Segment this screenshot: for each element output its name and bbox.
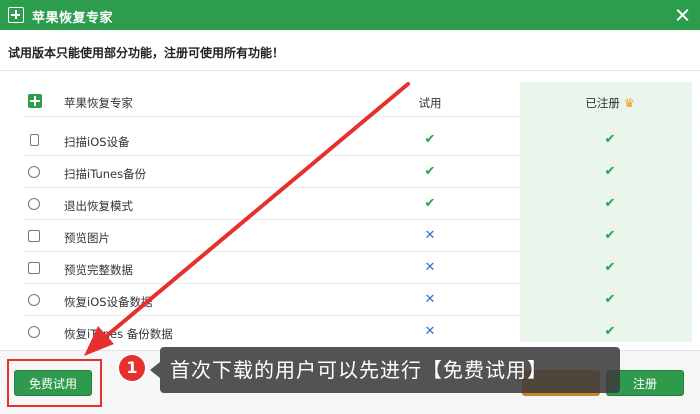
image-icon — [28, 230, 40, 242]
restore-device-icon — [28, 294, 40, 306]
registered-check-icon: ✔ — [604, 260, 616, 275]
feature-label: 退出恢复模式 — [64, 199, 133, 213]
highlight-box — [7, 359, 102, 407]
itunes-icon — [28, 166, 40, 178]
feature-label: 预览图片 — [64, 231, 110, 245]
step-badge: 1 — [117, 353, 147, 383]
crown-icon: ♛ — [623, 96, 635, 110]
registered-check-icon: ✔ — [604, 324, 616, 339]
trial-check-icon: ✔ — [424, 164, 436, 179]
trial-check-icon: ✔ — [424, 132, 436, 147]
app-plus-icon — [8, 7, 24, 23]
app-plus-icon — [28, 94, 42, 108]
table-row: 退出恢复模式 ✔ ✔ — [24, 189, 692, 220]
feature-label: 恢复iTunes 备份数据 — [64, 327, 173, 341]
divider — [0, 70, 700, 71]
registered-check-icon: ✔ — [604, 132, 616, 147]
registered-check-icon: ✔ — [604, 164, 616, 179]
registered-check-icon: ✔ — [604, 228, 616, 243]
table-row: 恢复iTunes 备份数据 ✕ ✔ — [24, 317, 692, 348]
feature-label: 恢复iOS设备数据 — [64, 295, 153, 309]
table-row: 扫描iOS设备 ✔ ✔ — [24, 125, 692, 156]
header-trial: 试用 — [418, 96, 442, 110]
table-row: 预览完整数据 ✕ ✔ — [24, 253, 692, 284]
trial-check-icon: ✔ — [424, 196, 436, 211]
exit-recovery-icon — [28, 198, 40, 210]
header-feature: 苹果恢复专家 — [64, 96, 133, 110]
callout-text: 首次下载的用户可以先进行【免费试用】 — [160, 347, 620, 393]
table-row: 预览图片 ✕ ✔ — [24, 221, 692, 252]
phone-icon — [30, 134, 39, 146]
preview-data-icon — [28, 262, 40, 274]
feature-label: 扫描iTunes备份 — [64, 167, 147, 181]
table-row: 恢复iOS设备数据 ✕ ✔ — [24, 285, 692, 316]
close-icon[interactable] — [664, 0, 700, 30]
title-bar: 苹果恢复专家 — [0, 0, 700, 30]
trial-cross-icon: ✕ — [424, 292, 436, 307]
restore-itunes-icon — [28, 326, 40, 338]
trial-cross-icon: ✕ — [424, 260, 436, 275]
trial-cross-icon: ✕ — [424, 324, 436, 339]
trial-cross-icon: ✕ — [424, 228, 436, 243]
trial-notice: 试用版本只能使用部分功能，注册可使用所有功能！ — [8, 46, 285, 60]
table-row: 扫描iTunes备份 ✔ ✔ — [24, 157, 692, 188]
feature-label: 预览完整数据 — [64, 263, 133, 277]
header-registered: 已注册 ♛ — [585, 96, 635, 110]
registered-check-icon: ✔ — [604, 292, 616, 307]
feature-label: 扫描iOS设备 — [64, 135, 130, 149]
callout-tip — [150, 362, 160, 378]
registered-check-icon: ✔ — [604, 196, 616, 211]
table-header: 苹果恢复专家 试用 已注册 ♛ — [24, 86, 692, 117]
window-title: 苹果恢复专家 — [32, 11, 114, 26]
